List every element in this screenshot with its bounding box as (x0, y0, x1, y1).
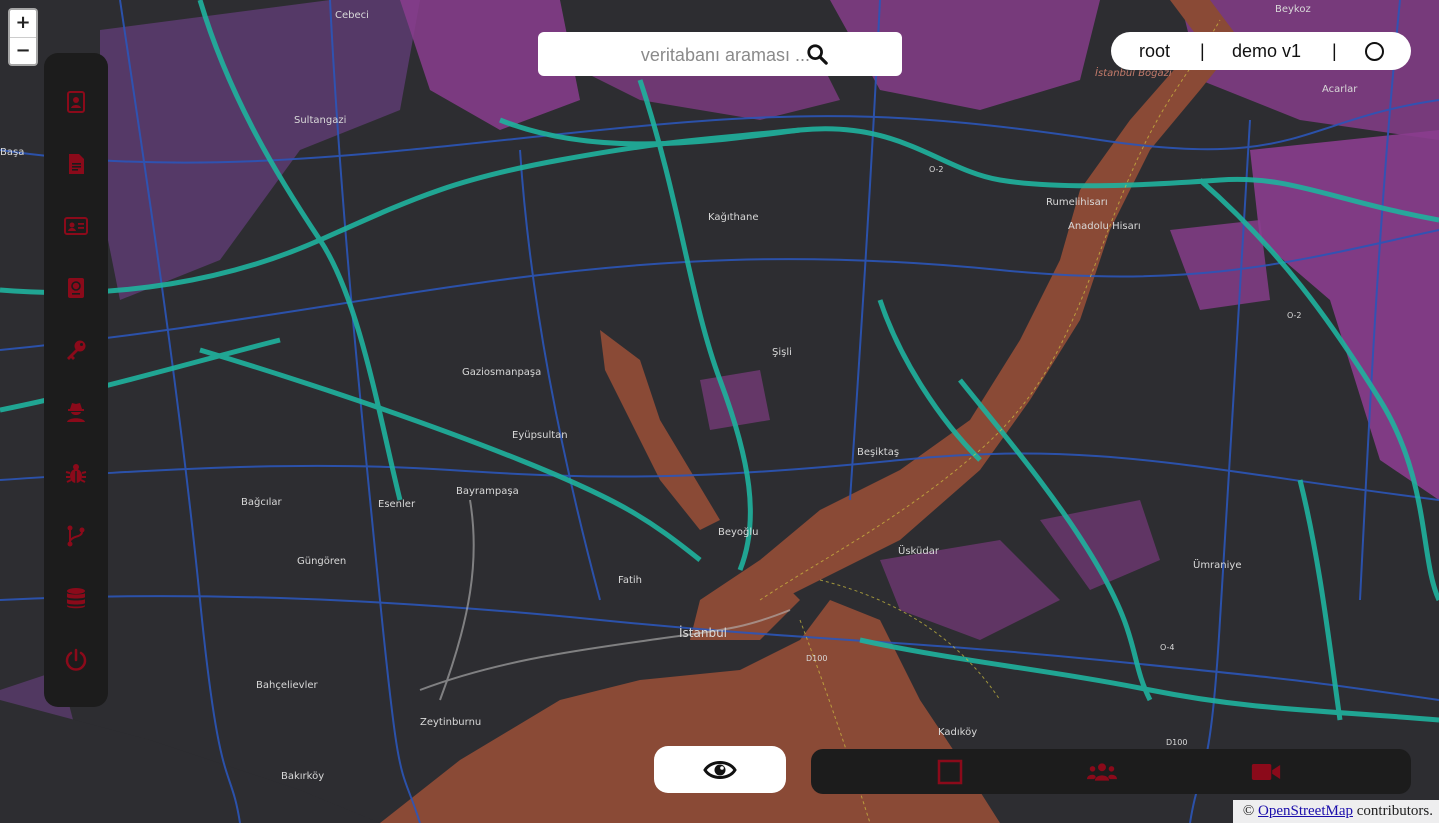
label-eyupsultan: Eyüpsultan (512, 430, 568, 441)
square-icon (937, 759, 963, 785)
attribution-suffix: contributors. (1356, 803, 1433, 819)
sidebar-item-contacts[interactable] (61, 87, 91, 117)
bottom-toolbar (811, 749, 1411, 794)
power-icon (65, 648, 87, 671)
label-sultangazi: Sultangazi (294, 115, 346, 126)
sidebar-item-id-cards[interactable] (61, 211, 91, 241)
label-beyoglu: Beyoğlu (718, 526, 759, 538)
database-icon (67, 588, 85, 609)
zoom-control: + − (8, 8, 38, 66)
label-o4: O-4 (1160, 643, 1175, 652)
zoom-out-button[interactable]: − (10, 38, 36, 64)
label-bahcelievler: Bahçelievler (256, 680, 319, 691)
sidebar (44, 53, 108, 707)
label-besiktas: Beşiktaş (857, 447, 899, 458)
label-kadikoy: Kadıköy (938, 727, 977, 738)
copyright-symbol: © (1242, 803, 1255, 819)
map-attribution: © OpenStreetMap contributors. (1232, 800, 1439, 823)
openstreetmap-link[interactable]: OpenStreetMap (1258, 803, 1353, 819)
label-d100-west: D100 (806, 654, 827, 663)
label-acarlar: Acarlar (1322, 84, 1358, 95)
sidebar-item-passports[interactable] (61, 273, 91, 303)
passport-icon (68, 278, 84, 298)
sidebar-item-agents[interactable] (61, 397, 91, 427)
label-basa: Başa (0, 147, 24, 158)
label-beykoz: Beykoz (1275, 4, 1311, 15)
user-bar: root | demo v1 | (1111, 32, 1411, 70)
user-secret-icon (67, 403, 85, 422)
label-fatih: Fatih (618, 575, 642, 586)
separator: | (1200, 41, 1205, 61)
users-icon (1087, 763, 1117, 781)
label-d100-east: D100 (1166, 738, 1187, 747)
map-canvas[interactable]: Beykoz Cebeci İstanbul Boğazı Acarlar Ba… (0, 0, 1439, 823)
sidebar-item-logout[interactable] (61, 645, 91, 675)
code-branch-icon (67, 525, 85, 547)
file-icon (69, 154, 84, 174)
label-umraniye: Ümraniye (1193, 558, 1242, 571)
label-anadolu-hisari: Anadolu Hisarı (1068, 221, 1141, 232)
version-label: demo v1 (1232, 41, 1302, 61)
label-o2-north: O-2 (929, 165, 944, 174)
video-camera-icon (1251, 764, 1281, 780)
label-zeytinburnu: Zeytinburnu (420, 717, 481, 728)
video-button[interactable] (1251, 757, 1281, 787)
id-card-icon (64, 217, 88, 235)
label-rumelihisari: Rumelihisarı (1046, 197, 1108, 208)
label-kagithane: Kağıthane (708, 211, 759, 223)
contact-book-icon (67, 91, 85, 113)
search-box (538, 32, 902, 76)
zoom-in-button[interactable]: + (10, 10, 36, 38)
eye-icon (703, 760, 737, 779)
sidebar-item-keys[interactable] (61, 335, 91, 365)
sidebar-item-files[interactable] (61, 149, 91, 179)
username[interactable]: root (1139, 41, 1170, 62)
label-bagcilar: Bağcılar (241, 496, 283, 508)
users-button[interactable] (1087, 757, 1117, 787)
label-sisli: Şişli (772, 347, 792, 358)
label-istanbul: İstanbul (679, 625, 727, 640)
label-gaziosmanpasa: Gaziosmanpaşa (462, 367, 541, 378)
label-bayrampasa: Bayrampaşa (456, 486, 519, 497)
sidebar-item-bugs[interactable] (61, 459, 91, 489)
sidebar-item-branches[interactable] (61, 521, 91, 551)
label-gungoren: Güngören (297, 556, 346, 567)
bug-icon (65, 464, 87, 483)
label-uskudar: Üsküdar (898, 544, 940, 557)
search-input[interactable] (558, 38, 812, 72)
label-o2: O-2 (1287, 311, 1302, 320)
draw-square-button[interactable] (935, 757, 965, 787)
status-circle-button[interactable] (1365, 42, 1384, 61)
key-icon (67, 340, 86, 360)
search-icon[interactable] (806, 43, 828, 65)
visibility-toggle-button[interactable] (654, 746, 786, 793)
sidebar-item-database[interactable] (61, 583, 91, 613)
label-cebeci: Cebeci (335, 10, 369, 21)
label-esenler: Esenler (378, 499, 416, 510)
label-bakirkoy: Bakırköy (281, 771, 324, 782)
separator: | (1332, 41, 1337, 61)
